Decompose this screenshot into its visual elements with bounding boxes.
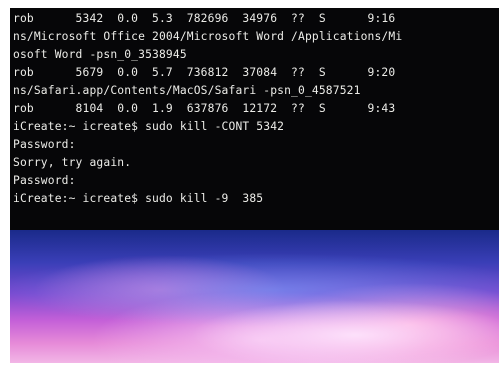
terminal-window[interactable]: rob 5342 0.0 5.3 782696 34976 ?? S 9:16 …: [10, 8, 499, 230]
terminal-line-safari-path: ns/Safari.app/Contents/MacOS/Safari -psn…: [13, 84, 361, 97]
terminal-line-process-safari: rob 5679 0.0 5.7 736812 37084 ?? S 9:20: [13, 66, 396, 79]
terminal-line-password-prompt-2: Password:: [13, 174, 76, 187]
terminal-line-process-8104: rob 8104 0.0 1.9 637876 12172 ?? S 9:43: [13, 102, 396, 115]
terminal-line-kill-9-command: iCreate:~ icreate$ sudo kill -9 385: [13, 192, 264, 205]
terminal-line-password-prompt: Password:: [13, 138, 76, 151]
desktop-wallpaper: [10, 230, 499, 363]
terminal-line-process-word: rob 5342 0.0 5.3 782696 34976 ?? S 9:16: [13, 12, 396, 25]
terminal-line-word-path: ns/Microsoft Office 2004/Microsoft Word …: [13, 30, 403, 43]
screenshot-frame: rob 5342 0.0 5.3 782696 34976 ?? S 9:16 …: [0, 0, 499, 369]
terminal-line-word-psn: osoft Word -psn_0_3538945: [13, 48, 187, 61]
terminal-line-kill-cont-command: iCreate:~ icreate$ sudo kill -CONT 5342: [13, 120, 285, 133]
terminal-line-sorry-message: Sorry, try again.: [13, 156, 132, 169]
